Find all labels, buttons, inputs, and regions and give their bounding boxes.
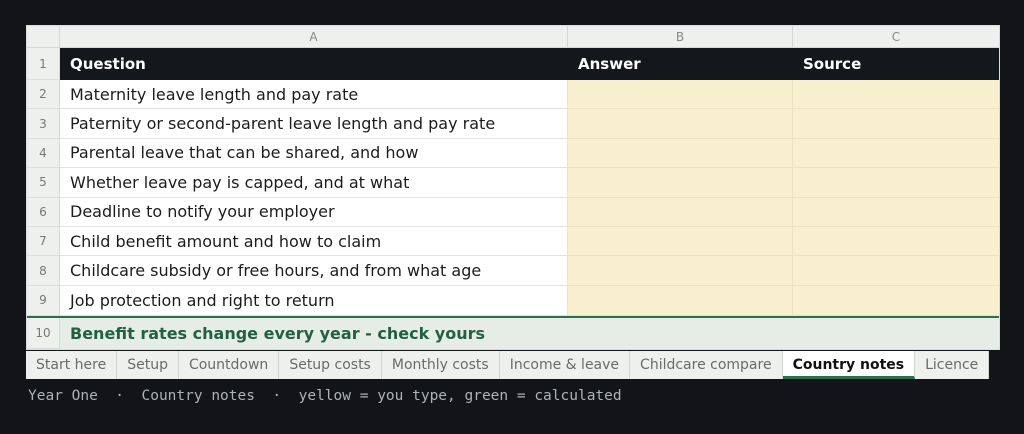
row-number[interactable]: 8 [27, 256, 60, 286]
question-cell[interactable]: Maternity leave length and pay rate [60, 80, 568, 110]
table-row: 9 Job protection and right to return [27, 285, 999, 316]
answer-input-cell[interactable] [568, 256, 793, 286]
source-input-cell[interactable] [793, 168, 999, 198]
header-cell-question[interactable]: Question [60, 48, 568, 80]
question-cell[interactable]: Paternity or second-parent leave length … [60, 109, 568, 139]
tab-country-notes[interactable]: Country notes [782, 351, 916, 379]
answer-input-cell[interactable] [568, 109, 793, 139]
source-input-cell[interactable] [793, 285, 999, 316]
row-number[interactable]: 2 [27, 80, 60, 110]
header-cell-source[interactable]: Source [793, 48, 999, 80]
source-input-cell[interactable] [793, 138, 999, 169]
tab-setup-costs[interactable]: Setup costs [279, 351, 382, 379]
sheet-tab-bar: Start here Setup Countdown Setup costs M… [26, 351, 990, 379]
answer-input-cell[interactable] [568, 168, 793, 198]
question-cell[interactable]: Deadline to notify your employer [60, 197, 568, 227]
select-all-corner[interactable] [27, 26, 60, 48]
table-row: 8 Childcare subsidy or free hours, and f… [27, 256, 999, 286]
tab-income-leave[interactable]: Income & leave [499, 351, 631, 379]
table-row: 2 Maternity leave length and pay rate [27, 80, 999, 110]
answer-input-cell[interactable] [568, 80, 793, 110]
source-input-cell[interactable] [793, 109, 999, 139]
note-cell[interactable]: Benefit rates change every year - check … [60, 318, 999, 349]
source-input-cell[interactable] [793, 197, 999, 227]
row-number[interactable]: 4 [27, 138, 60, 169]
row-number[interactable]: 10 [27, 318, 60, 349]
tab-setup[interactable]: Setup [117, 351, 179, 379]
question-cell[interactable]: Job protection and right to return [60, 285, 568, 316]
tab-countdown[interactable]: Countdown [178, 351, 280, 379]
question-cell[interactable]: Child benefit amount and how to claim [60, 227, 568, 257]
question-cell[interactable]: Parental leave that can be shared, and h… [60, 138, 568, 169]
column-header-a[interactable]: A [60, 26, 568, 48]
column-header-b[interactable]: B [568, 26, 793, 48]
row-number[interactable]: 3 [27, 109, 60, 139]
source-input-cell[interactable] [793, 80, 999, 110]
tab-start-here[interactable]: Start here [26, 351, 118, 379]
row-number[interactable]: 6 [27, 197, 60, 227]
question-cell[interactable]: Childcare subsidy or free hours, and fro… [60, 256, 568, 286]
spreadsheet-grid: A B C 1 Question Answer Source 2 Materni… [26, 25, 1000, 350]
table-row: 5 Whether leave pay is capped, and at wh… [27, 168, 999, 198]
header-cell-answer[interactable]: Answer [568, 48, 793, 80]
answer-input-cell[interactable] [568, 138, 793, 169]
column-header-c[interactable]: C [793, 26, 999, 48]
source-input-cell[interactable] [793, 227, 999, 257]
tab-monthly-costs[interactable]: Monthly costs [381, 351, 500, 379]
row-number[interactable]: 1 [27, 48, 60, 80]
question-cell[interactable]: Whether leave pay is capped, and at what [60, 168, 568, 198]
note-row: 10 Benefit rates change every year - che… [27, 316, 999, 349]
status-caption: Year One · Country notes · yellow = you … [28, 388, 622, 404]
row-number[interactable]: 9 [27, 285, 60, 316]
header-row: 1 Question Answer Source [27, 48, 999, 80]
table-row: 7 Child benefit amount and how to claim [27, 227, 999, 257]
source-input-cell[interactable] [793, 256, 999, 286]
row-number[interactable]: 7 [27, 227, 60, 257]
answer-input-cell[interactable] [568, 197, 793, 227]
row-number[interactable]: 5 [27, 168, 60, 198]
answer-input-cell[interactable] [568, 227, 793, 257]
table-row: 4 Parental leave that can be shared, and… [27, 138, 999, 169]
answer-input-cell[interactable] [568, 285, 793, 316]
table-row: 3 Paternity or second-parent leave lengt… [27, 109, 999, 139]
table-row: 6 Deadline to notify your employer [27, 197, 999, 227]
tab-childcare-compare[interactable]: Childcare compare [630, 351, 783, 379]
tab-licence[interactable]: Licence [915, 351, 990, 379]
